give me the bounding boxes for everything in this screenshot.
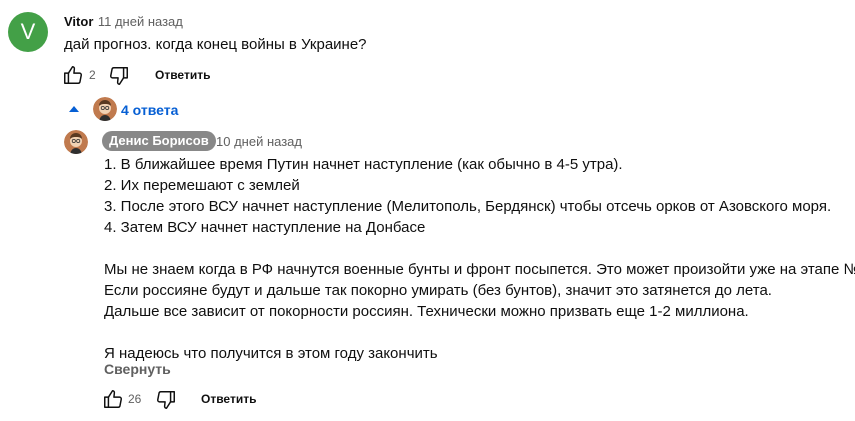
person-photo-icon: [64, 130, 88, 154]
reply-text: 1. В ближайшее время Путин начнет наступ…: [104, 154, 855, 364]
thumbs-up-icon: [64, 66, 83, 84]
reply-line: Я надеюсь что получится в этом году зако…: [104, 345, 438, 362]
comment-header: Vitor 11 дней назад: [64, 13, 183, 31]
reply-line: Дальше все зависит от покорности россиян…: [104, 303, 749, 320]
dislike-button[interactable]: [155, 389, 177, 411]
thumbs-up-icon: [104, 390, 123, 408]
reply-time[interactable]: 10 дней назад: [216, 134, 302, 149]
reply-button[interactable]: Ответить: [201, 392, 256, 406]
collapse-button[interactable]: Свернуть: [104, 361, 171, 377]
replier-avatar: [93, 97, 117, 121]
person-photo-icon: [93, 97, 117, 121]
reply-line: Если россияне будут и дальше так покорно…: [104, 282, 772, 299]
comment-text: дай прогноз. когда конец войны в Украине…: [64, 36, 367, 53]
reply-line: 2. Их перемешают с землей: [104, 177, 300, 194]
comment-author[interactable]: Vitor: [64, 14, 93, 29]
reply-line: 1. В ближайшее время Путин начнет наступ…: [104, 156, 623, 173]
dislike-button[interactable]: [108, 65, 130, 87]
reply-line-blank: [104, 322, 855, 343]
avatar[interactable]: V: [8, 12, 48, 52]
thumbs-down-icon: [156, 391, 175, 409]
reply-button[interactable]: Ответить: [155, 68, 210, 82]
thumbs-down-icon: [109, 67, 128, 85]
reply-line: 4. Затем ВСУ начнет наступление на Донба…: [104, 219, 426, 236]
reply-avatar[interactable]: [64, 130, 88, 154]
comment-time[interactable]: 11 дней назад: [98, 14, 183, 29]
replies-toggle-label[interactable]: 4 ответа: [121, 102, 178, 118]
like-count: 26: [128, 392, 142, 406]
reply-line-blank: [104, 238, 855, 259]
like-button[interactable]: [102, 388, 124, 410]
reply-author[interactable]: Денис Борисов: [102, 131, 216, 151]
replies-toggle[interactable]: [68, 104, 80, 114]
reply-line: 3. После этого ВСУ начнет наступление (М…: [104, 198, 832, 215]
like-button[interactable]: [62, 64, 84, 86]
like-count: 2: [89, 68, 96, 82]
reply-line: Мы не знаем когда в РФ начнутся военные …: [104, 261, 855, 278]
chevron-up-icon: [69, 106, 79, 112]
